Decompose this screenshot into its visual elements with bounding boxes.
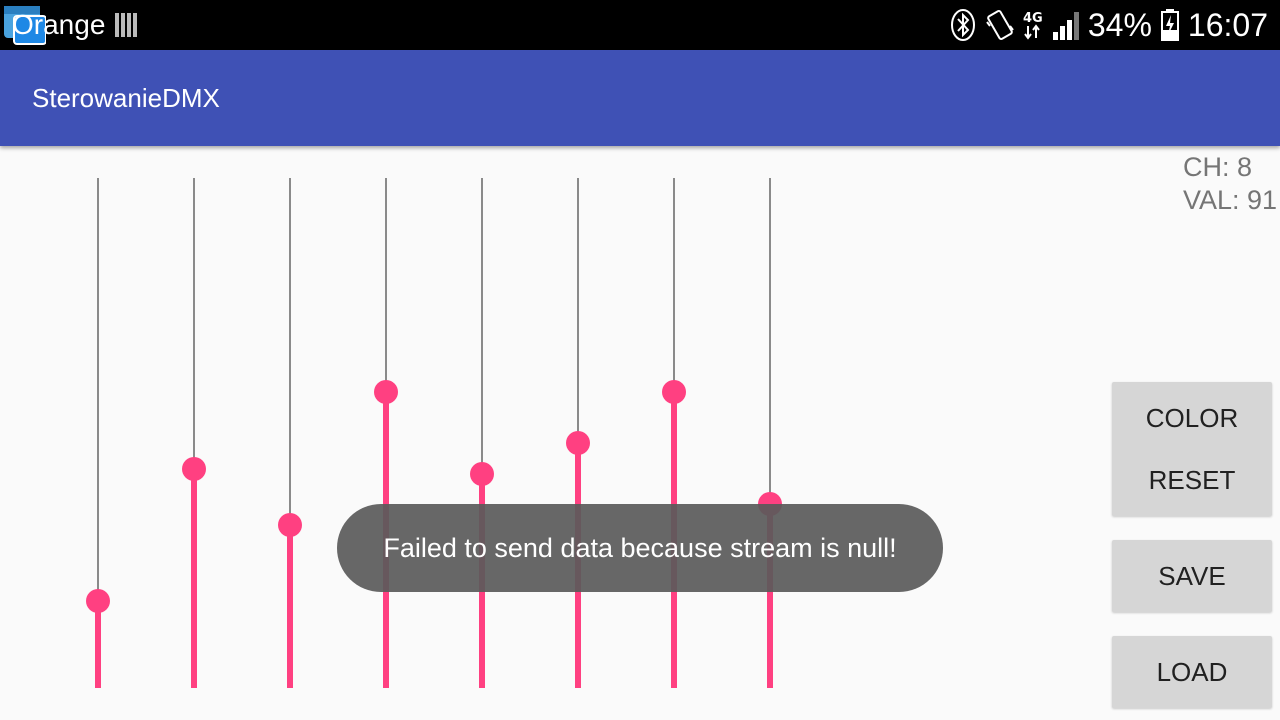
load-button[interactable]: LOAD [1112,636,1272,708]
channel-readout: CH: 8 [1183,152,1253,182]
channel-slider-7[interactable] [654,178,694,688]
battery-percent: 34% [1087,7,1152,43]
slider-fill [191,469,197,688]
vibrate-icon [986,9,1014,41]
channel-slider-8[interactable] [750,178,790,688]
value-readout: VAL: 91 [1183,185,1278,215]
slider-thumb[interactable] [374,380,398,404]
color-label: COLOR [1145,403,1239,433]
svg-text:4G: 4G [1023,11,1043,26]
slider-thumb[interactable] [86,589,110,613]
save-button[interactable]: SAVE [1112,540,1272,612]
toast-message: Failed to send data because stream is nu… [337,504,943,592]
channel-slider-4[interactable] [366,178,406,688]
battery-charging-icon [1160,9,1179,41]
channel-slider-5[interactable] [462,178,502,688]
app-title: SterowanieDMX [32,83,220,113]
channel-slider-1[interactable] [78,178,118,688]
network-4g-icon: 4G [1023,11,1043,40]
channel-slider-2[interactable] [174,178,214,688]
slider-fill [95,601,101,688]
clock: 16:07 [1187,7,1268,43]
slider-thumb[interactable] [470,462,494,486]
reset-label: RESET [1148,465,1236,495]
channel-slider-6[interactable] [558,178,598,688]
color-reset-button[interactable]: COLOR RESET [1112,382,1272,516]
slider-thumb[interactable] [278,513,302,537]
status-icons: 4G 34% 16:07 [950,0,1268,50]
slider-fill [287,525,293,688]
signal-bars-icon [115,13,137,37]
carrier-name: Orange [12,9,106,40]
channel-slider-3[interactable] [270,178,310,688]
status-bar: Orange 4G 34% 16:07 [0,0,1280,50]
slider-thumb[interactable] [182,457,206,481]
app-bar: SterowanieDMX [0,50,1280,146]
slider-thumb[interactable] [662,380,686,404]
slider-thumb[interactable] [566,431,590,455]
bluetooth-icon [950,9,975,41]
cell-signal-icon [1052,12,1079,40]
